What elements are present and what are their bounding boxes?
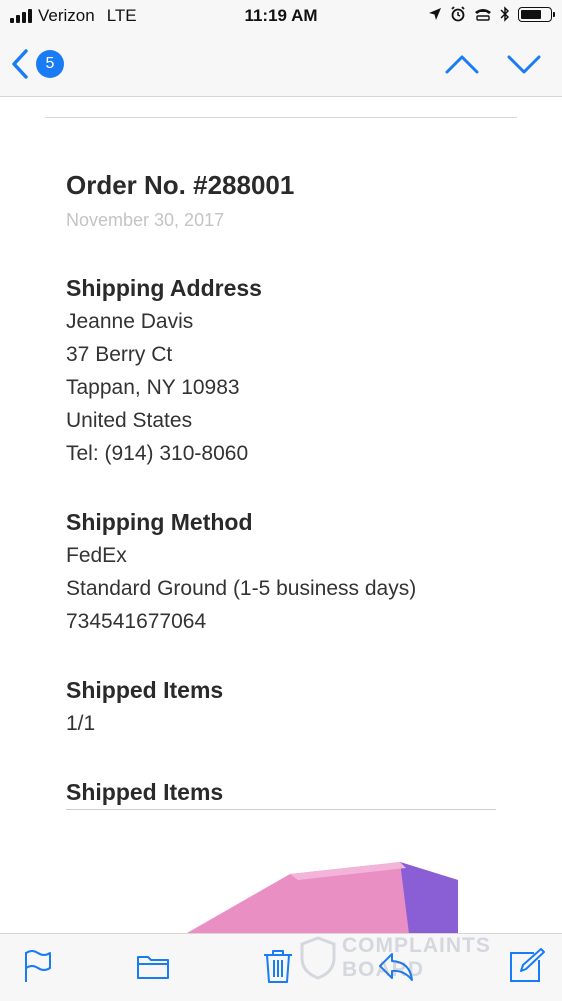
chevron-up-icon [445, 55, 479, 74]
shipped-items-list-heading: Shipped Items [66, 779, 224, 805]
order-date: November 30, 2017 [66, 210, 225, 230]
alarm-icon [451, 6, 465, 22]
chevron-left-icon [12, 49, 28, 79]
shipped-items-heading: Shipped Items [66, 677, 224, 703]
reply-button[interactable] [376, 946, 416, 986]
tracking-number[interactable]: 734541677064 [66, 610, 206, 634]
trash-icon [264, 950, 292, 983]
battery-icon [518, 6, 555, 22]
trash-button[interactable] [258, 946, 298, 986]
back-button[interactable]: 5 [10, 46, 74, 82]
shipping-method-heading: Shipping Method [66, 509, 253, 535]
order-title: Order No. #288001 [66, 170, 295, 200]
unread-count-badge: 5 [36, 50, 64, 78]
location-arrow-icon [429, 8, 441, 20]
status-bar: Verizon LTE 11:19 AM [0, 0, 562, 32]
move-to-folder-button[interactable] [133, 946, 173, 986]
shipped-items-count: 1/1 [66, 712, 96, 735]
shipping-carrier: FedEx [66, 544, 127, 567]
compose-button[interactable] [506, 946, 546, 986]
status-right [428, 6, 555, 22]
mail-toolbar [0, 933, 562, 1001]
reply-icon [379, 953, 413, 981]
divider [66, 809, 496, 810]
chevron-down-icon [507, 55, 541, 74]
previous-message-button[interactable] [442, 48, 482, 80]
address-country: United States [66, 409, 193, 432]
compose-icon [510, 948, 545, 982]
flag-icon [25, 950, 51, 982]
product-image[interactable] [170, 852, 470, 933]
email-body[interactable]: Order No. #288001 November 30, 2017 Ship… [0, 97, 562, 933]
bluetooth-icon [500, 6, 510, 22]
mail-nav-bar: 5 [0, 32, 562, 97]
flag-button[interactable] [18, 946, 58, 986]
next-message-button[interactable] [504, 48, 544, 80]
divider [45, 117, 517, 118]
address-street: 37 Berry Ct [66, 343, 173, 366]
address-city: Tappan, NY 10983 [66, 376, 240, 399]
shipping-address-heading: Shipping Address [66, 275, 262, 301]
tty-icon [475, 9, 491, 21]
folder-icon [137, 956, 169, 979]
address-phone[interactable]: Tel: (914) 310-8060 [66, 442, 248, 466]
address-name: Jeanne Davis [66, 310, 194, 333]
shipping-service: Standard Ground (1-5 business days) [66, 577, 417, 600]
